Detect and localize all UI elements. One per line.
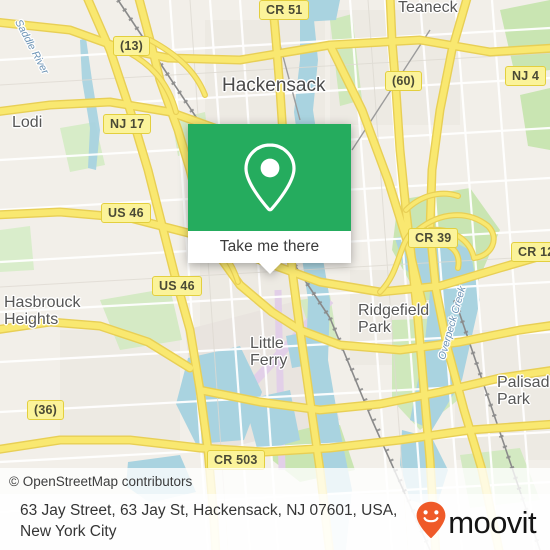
- map-attribution-bar: © OpenStreetMap contributors: [0, 468, 550, 494]
- popup-icon-panel: [188, 124, 351, 231]
- road-shield: CR 503: [207, 450, 265, 470]
- popup-action-panel[interactable]: Take me there: [188, 231, 351, 274]
- road-shield: CR 39: [408, 228, 459, 248]
- address-text: 63 Jay Street, 63 Jay St, Hackensack, NJ…: [20, 502, 398, 540]
- road-shield: NJ 17: [103, 114, 152, 134]
- map-pin-icon: [240, 140, 300, 216]
- take-me-there-label: Take me there: [219, 238, 320, 255]
- footer-bar: 63 Jay Street, 63 Jay St, Hackensack, NJ…: [0, 494, 550, 550]
- road-shield: (13): [113, 36, 151, 56]
- road-shield: CR 51: [259, 0, 310, 20]
- road-shield: US 46: [101, 203, 151, 223]
- popup-pointer: [258, 263, 281, 274]
- destination-popup-card[interactable]: Take me there: [188, 124, 351, 274]
- road-shield: (60): [385, 71, 423, 91]
- road-shield: US 46: [152, 276, 202, 296]
- openstreetmap-attribution[interactable]: © OpenStreetMap contributors: [0, 474, 192, 489]
- road-shield: NJ 4: [505, 66, 547, 86]
- map-screen: Hackensack Teaneck Lodi Hasbrouck Heights Li…: [0, 0, 550, 550]
- moovit-brand[interactable]: moovit: [416, 501, 537, 544]
- moovit-wordmark: moovit: [448, 504, 536, 540]
- moovit-pin-smiley-icon: [416, 501, 446, 544]
- road-shield: (36): [27, 400, 65, 420]
- road-shield: CR 12: [511, 242, 550, 262]
